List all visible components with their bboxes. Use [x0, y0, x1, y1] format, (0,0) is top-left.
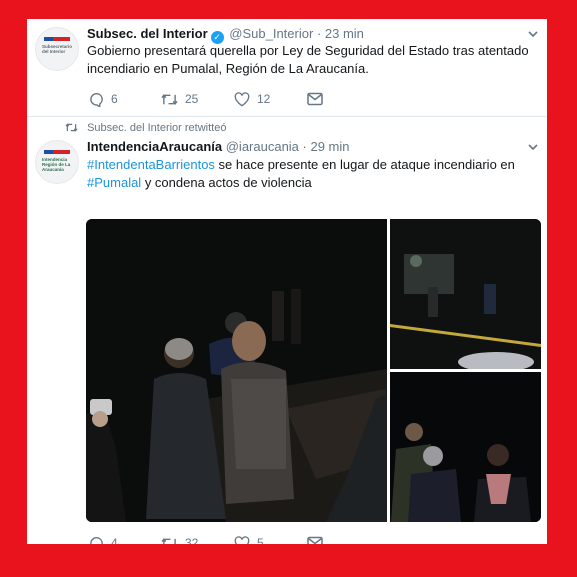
tweet-text-part: se hace presente en lugar de ataque ince…: [214, 157, 515, 172]
hashtag-link[interactable]: #IntendentaBarrientos: [87, 157, 215, 172]
reply-icon: [90, 92, 103, 107]
retweet-context-label: Subsec. del Interior retwitteó: [87, 122, 227, 134]
chevron-down-icon[interactable]: [527, 28, 539, 40]
tweet[interactable]: Subsecretario del Interior Subsec. del I…: [27, 19, 547, 116]
retweet-count: 25: [185, 92, 199, 106]
retweet-count: 32: [185, 536, 199, 544]
retweet-context[interactable]: Subsec. del Interior retwitteó: [65, 122, 226, 134]
tweet-actions: 4 32 5: [89, 534, 389, 544]
retweet-icon: [161, 537, 176, 544]
like-count: 12: [257, 92, 271, 106]
author-handle[interactable]: @Sub_Interior: [229, 26, 313, 41]
avatar[interactable]: Intendencia Región de La Araucanía: [35, 140, 79, 184]
retweet-icon: [161, 93, 178, 105]
message-icon: [307, 92, 323, 106]
like-icon: [234, 535, 250, 544]
flag-icon: [44, 150, 70, 154]
message-button[interactable]: [307, 90, 323, 108]
tweet-text: #IntendentaBarrientos se hace presente e…: [87, 156, 532, 192]
retweet-context-icon: [65, 123, 78, 132]
reply-button[interactable]: 6: [89, 90, 118, 108]
retweet-button[interactable]: 32: [161, 534, 198, 544]
like-icon: [234, 91, 250, 107]
message-button[interactable]: [307, 534, 323, 544]
timeline-card: Subsecretario del Interior Subsec. del I…: [27, 19, 547, 544]
tweet-text: Gobierno presentará querella por Ley de …: [87, 43, 529, 76]
avatar-logo-text: Subsecretario del Interior: [42, 44, 73, 54]
avatar-logo-text: Intendencia Región de La Araucanía: [42, 157, 71, 172]
like-button[interactable]: 12: [234, 90, 270, 108]
tweet-actions: 6 25 12: [89, 90, 389, 108]
author-handle[interactable]: @iaraucania: [226, 139, 299, 154]
hashtag-link[interactable]: #Pumalal: [87, 175, 141, 190]
avatar[interactable]: Subsecretario del Interior: [35, 27, 79, 71]
tweet[interactable]: Subsec. del Interior retwitteó Intendenc…: [27, 117, 547, 544]
retweet-button[interactable]: 25: [161, 90, 198, 108]
like-count: 5: [257, 536, 264, 544]
timestamp[interactable]: · 29 min: [303, 139, 350, 154]
message-icon: [307, 536, 323, 544]
reply-icon: [90, 536, 103, 544]
tweet-header: IntendenciaAraucanía @iaraucania · 29 mi…: [87, 139, 350, 154]
reply-count: 6: [111, 92, 118, 106]
photo-grid[interactable]: [86, 219, 541, 522]
tweet-text-part: y condena actos de violencia: [141, 175, 312, 190]
reply-count: 4: [111, 536, 118, 544]
like-button[interactable]: 5: [234, 534, 264, 544]
flag-icon: [44, 37, 70, 41]
author-name[interactable]: IntendenciaAraucanía: [87, 139, 222, 154]
reply-button[interactable]: 4: [89, 534, 118, 544]
timestamp[interactable]: · 23 min: [317, 26, 364, 41]
photo-main[interactable]: [86, 219, 541, 522]
author-name[interactable]: Subsec. del Interior: [87, 26, 208, 41]
chevron-down-icon[interactable]: [527, 141, 539, 153]
